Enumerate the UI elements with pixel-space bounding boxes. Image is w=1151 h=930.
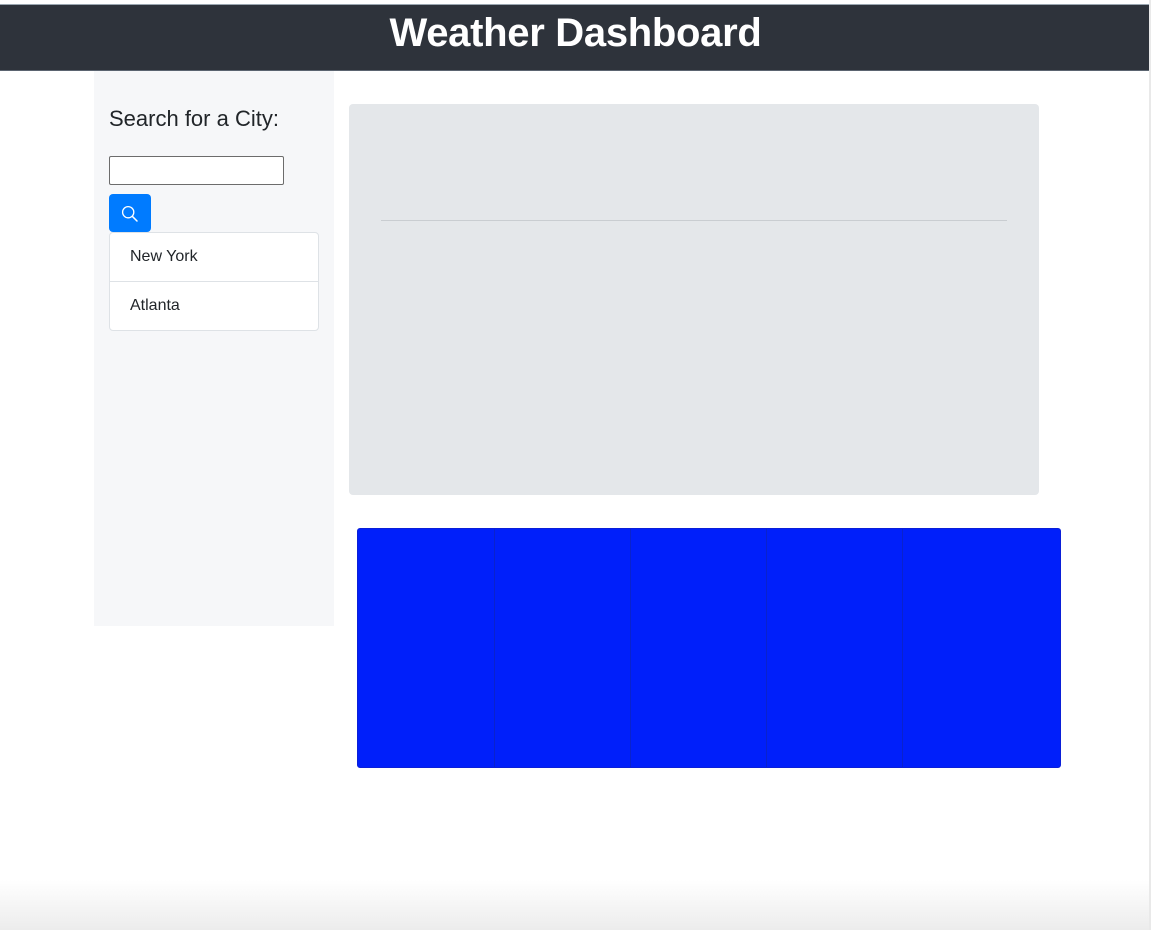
forecast-card-day-3 xyxy=(630,529,766,767)
window-bottom-shadow xyxy=(0,880,1151,930)
current-weather-divider xyxy=(381,220,1007,221)
forecast-card-day-5 xyxy=(902,529,1060,767)
sidebar: Search for a City: New York Atlanta xyxy=(94,71,334,626)
search-icon xyxy=(121,205,138,222)
city-search-input[interactable] xyxy=(109,156,284,185)
page-title: Weather Dashboard xyxy=(389,11,762,55)
city-item-new-york[interactable]: New York xyxy=(110,233,318,281)
forecast-card-day-2 xyxy=(494,529,630,767)
search-button[interactable] xyxy=(109,194,151,232)
search-heading: Search for a City: xyxy=(109,106,279,131)
current-weather-panel xyxy=(349,104,1039,495)
app-header: Weather Dashboard xyxy=(0,4,1151,71)
page: Weather Dashboard Search for a City: New… xyxy=(0,0,1151,930)
forecast-card-day-1 xyxy=(358,529,494,767)
search-history-list: New York Atlanta xyxy=(109,232,319,331)
city-item-atlanta[interactable]: Atlanta xyxy=(110,281,318,330)
forecast-panel xyxy=(357,528,1061,768)
forecast-card-day-4 xyxy=(766,529,902,767)
